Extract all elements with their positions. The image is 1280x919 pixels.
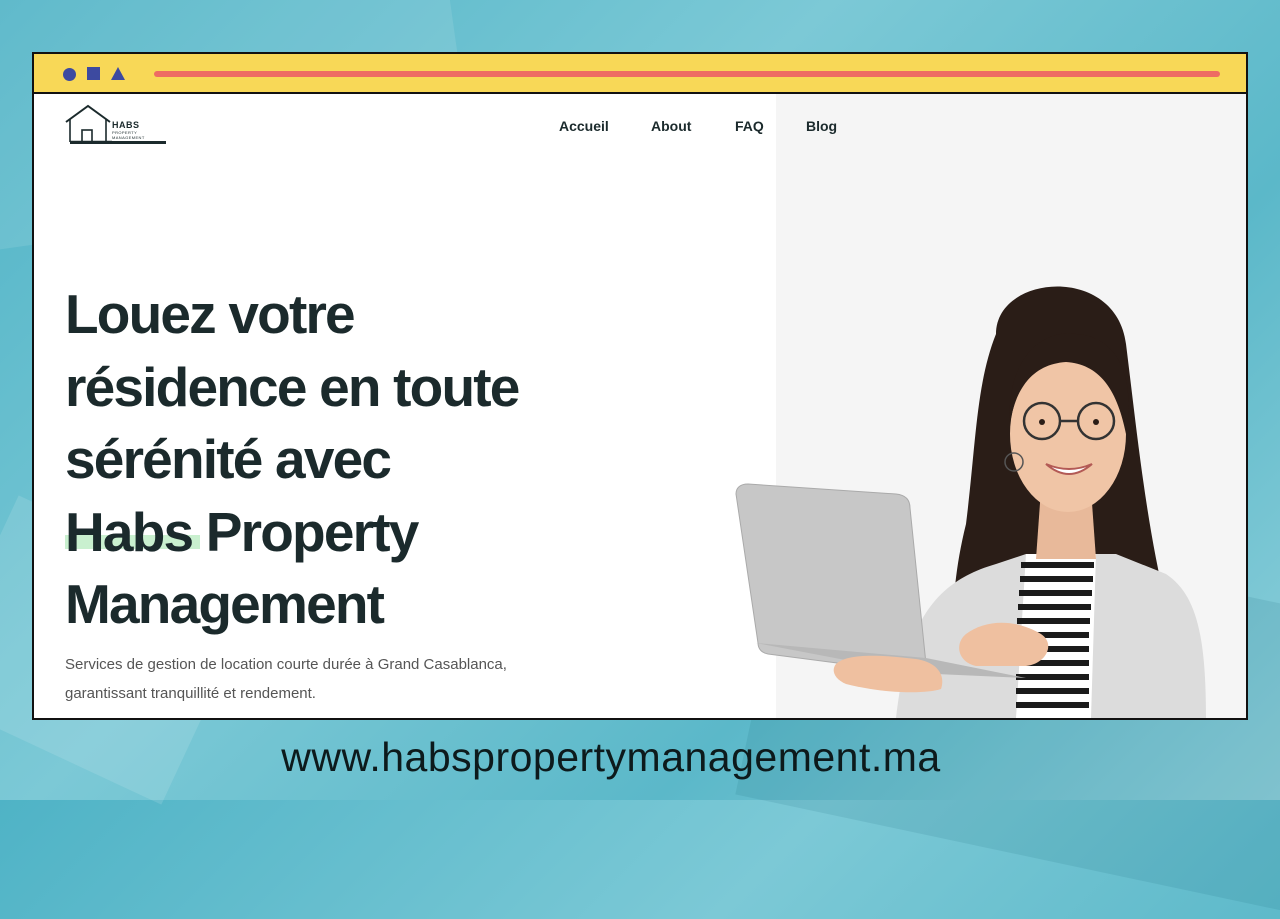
browser-window: HABS PROPERTY MANAGEMENT Accueil About F… — [32, 52, 1248, 720]
site-logo[interactable]: HABS PROPERTY MANAGEMENT — [64, 104, 166, 146]
square-icon[interactable] — [87, 67, 100, 80]
website-url[interactable]: www.habspropertymanagement.ma — [0, 734, 1222, 781]
highlighted-brand: Habs — [65, 500, 194, 563]
hero-title-line: sérénité avec — [65, 428, 392, 490]
nav-link-blog[interactable]: Blog — [806, 118, 837, 134]
hero-title-line: Habs Property — [65, 496, 625, 569]
hero-title-line: Management — [65, 573, 385, 635]
logo-underline — [70, 141, 166, 144]
triangle-icon[interactable] — [111, 67, 125, 80]
house-icon — [65, 104, 164, 144]
browser-toolbar — [34, 54, 1246, 94]
hero-title-text: Property — [192, 500, 420, 563]
nav-link-about[interactable]: About — [651, 118, 691, 134]
laptop-lid — [735, 483, 927, 674]
hero-title-line: Louez votre — [65, 283, 356, 345]
logo-name: HABS — [112, 120, 140, 130]
logo-subtitle: PROPERTY MANAGEMENT — [112, 130, 145, 140]
hero-title: Louez votre résidence en toute sérénité … — [65, 278, 625, 641]
nav-link-faq[interactable]: FAQ — [735, 118, 764, 134]
woman-with-laptop-photo — [735, 286, 1206, 718]
hero-description: Services de gestion de location courte d… — [65, 650, 585, 708]
circle-icon[interactable] — [63, 68, 76, 81]
hero-description-line: Services de gestion de location courte d… — [65, 656, 507, 673]
nav-link-accueil[interactable]: Accueil — [559, 118, 609, 134]
web-page: HABS PROPERTY MANAGEMENT Accueil About F… — [34, 94, 1246, 718]
address-bar[interactable] — [154, 71, 1220, 77]
hero-description-line: garantissant tranquillité et rendement. — [65, 685, 316, 702]
hero-title-line: résidence en toute — [65, 355, 520, 418]
